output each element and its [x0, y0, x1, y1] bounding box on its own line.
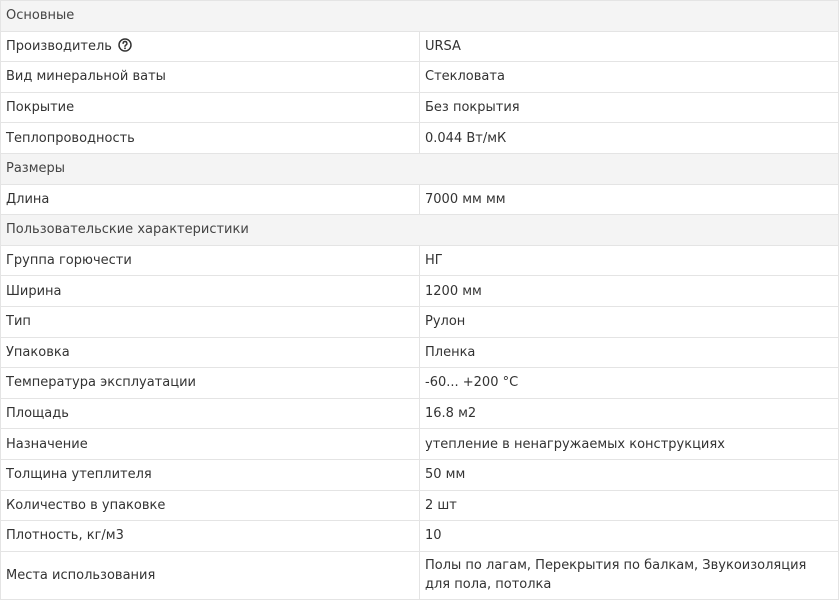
spec-row-thickness: Толщина утеплителя 50 мм — [0, 458, 839, 491]
section-title: Основные — [0, 0, 839, 32]
spec-row-coating: Покрытие Без покрытия — [0, 91, 839, 124]
spec-row-manufacturer: Производитель URSA — [0, 30, 839, 63]
spec-label: Длина — [0, 183, 420, 216]
spec-value: Пленка — [418, 336, 839, 369]
spec-row-length: Длина 7000 мм мм — [0, 183, 839, 216]
spec-label: Места использования — [0, 550, 420, 600]
section-title: Пользовательские характеристики — [0, 214, 839, 246]
spec-row-package: Упаковка Пленка — [0, 336, 839, 369]
spec-label: Ширина — [0, 275, 420, 307]
specs-table: Основные Производитель URSA Вид минераль… — [0, 0, 839, 600]
spec-value: -60... +200 °С — [418, 367, 839, 399]
spec-label: Толщина утеплителя — [0, 458, 420, 491]
spec-value: Рулон — [418, 305, 839, 338]
section-custom: Пользовательские характеристики — [0, 214, 839, 246]
spec-value: 50 мм — [418, 458, 839, 491]
spec-label: Вид минеральной ваты — [0, 61, 420, 93]
spec-row-quantity: Количество в упаковке 2 шт — [0, 489, 839, 522]
spec-value: 0.044 Вт/мК — [418, 122, 839, 154]
spec-row-conductivity: Теплопроводность 0.044 Вт/мК — [0, 122, 839, 154]
section-title: Размеры — [0, 152, 839, 185]
spec-label: Производитель — [0, 30, 420, 63]
spec-label: Группа горючести — [0, 244, 420, 277]
spec-row-density: Плотность, кг/м3 10 — [0, 520, 839, 552]
spec-value: 2 шт — [418, 489, 839, 522]
section-basic: Основные — [0, 0, 839, 32]
spec-label: Количество в упаковке — [0, 489, 420, 522]
spec-label: Покрытие — [0, 91, 420, 124]
spec-row-temperature: Температура эксплуатации -60... +200 °С — [0, 367, 839, 399]
spec-value: Стекловата — [418, 61, 839, 93]
spec-label: Тип — [0, 305, 420, 338]
spec-value: 10 — [418, 520, 839, 552]
spec-value: 16.8 м2 — [418, 397, 839, 430]
spec-row-width: Ширина 1200 мм — [0, 275, 839, 307]
spec-label: Площадь — [0, 397, 420, 430]
spec-label: Упаковка — [0, 336, 420, 369]
spec-row-type: Тип Рулон — [0, 305, 839, 338]
spec-row-flammability: Группа горючести НГ — [0, 244, 839, 277]
spec-value: Полы по лагам, Перекрытия по балкам, Зву… — [418, 550, 839, 600]
spec-row-usage: Места использования Полы по лагам, Перек… — [0, 550, 839, 600]
spec-value: НГ — [418, 244, 839, 277]
section-sizes: Размеры — [0, 152, 839, 185]
spec-row-area: Площадь 16.8 м2 — [0, 397, 839, 430]
spec-value: Без покрытия — [418, 91, 839, 124]
spec-value: утепление в ненагружаемых конструкциях — [418, 428, 839, 460]
spec-row-wool-type: Вид минеральной ваты Стекловата — [0, 61, 839, 93]
spec-label: Температура эксплуатации — [0, 367, 420, 399]
spec-value: URSA — [418, 30, 839, 63]
spec-value: 1200 мм — [418, 275, 839, 307]
spec-label: Теплопроводность — [0, 122, 420, 154]
spec-value: 7000 мм мм — [418, 183, 839, 216]
question-circle-icon[interactable] — [118, 38, 132, 53]
spec-row-purpose: Назначение утепление в ненагружаемых кон… — [0, 428, 839, 460]
spec-label: Плотность, кг/м3 — [0, 520, 420, 552]
spec-label: Назначение — [0, 428, 420, 460]
manufacturer-label: Производитель — [6, 38, 112, 54]
